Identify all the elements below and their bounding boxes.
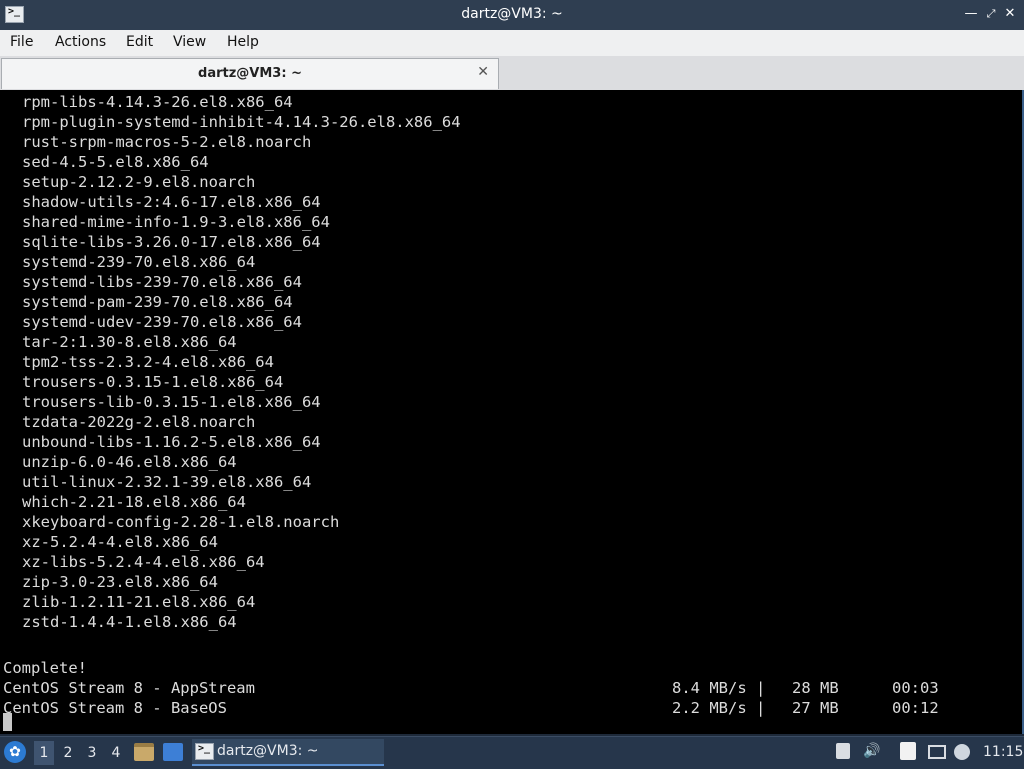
terminal-cursor [3,713,12,731]
terminal-icon: >_ [195,743,214,760]
repo-time: 00:03 [892,679,939,697]
package-line: tzdata-2022g-2.el8.noarch [22,413,256,431]
package-line: setup-2.12.2-9.el8.noarch [22,173,256,191]
repo-line: CentOS Stream 8 - BaseOS 2.2 MB/s | 27 M… [3,698,1003,718]
package-line: trousers-0.3.15-1.el8.x86_64 [22,373,284,391]
menu-file[interactable]: File [10,34,33,50]
network-icon[interactable] [928,745,946,759]
terminal-area[interactable]: Complete! CentOS Stream 8 - AppStream 8.… [0,90,1024,734]
package-line: rust-srpm-macros-5-2.el8.noarch [22,133,312,151]
window-title: dartz@VM3: ~ [461,6,563,22]
repo-size: 28 MB [792,679,839,697]
repo-time: 00:12 [892,699,939,717]
complete-line: Complete! [3,659,87,677]
update-icon[interactable] [954,744,970,760]
tab-bar: dartz@VM3: ~ ✕ [0,56,1024,91]
repo-line: CentOS Stream 8 - AppStream 8.4 MB/s | 2… [3,678,1003,698]
package-line: unbound-libs-1.16.2-5.el8.x86_64 [22,433,321,451]
menu-edit[interactable]: Edit [126,34,153,50]
repo-name: CentOS Stream 8 - AppStream [3,679,255,697]
volume-icon[interactable]: 🔊 [863,743,880,759]
menu-bar: File Actions Edit View Help [0,30,1024,57]
clock[interactable]: 11:15 [983,744,1023,760]
workspace-2[interactable]: 2 [58,741,78,765]
menu-help[interactable]: Help [227,34,259,50]
workspace-4[interactable]: 4 [106,741,126,765]
package-line: zstd-1.4.4-1.el8.x86_64 [22,613,237,631]
workspace-3[interactable]: 3 [82,741,102,765]
package-line: rpm-plugin-systemd-inhibit-4.14.3-26.el8… [22,113,461,131]
package-line: which-2.21-18.el8.x86_64 [22,493,246,511]
repo-speed: 2.2 MB/s | [672,699,766,717]
menu-actions[interactable]: Actions [55,34,106,50]
window-titlebar[interactable]: >_ dartz@VM3: ~ — ⤢ ✕ [0,0,1024,30]
package-line: systemd-libs-239-70.el8.x86_64 [22,273,302,291]
package-line: systemd-pam-239-70.el8.x86_64 [22,293,293,311]
maximize-icon[interactable]: ⤢ [982,5,1000,23]
package-line: systemd-udev-239-70.el8.x86_64 [22,313,302,331]
package-line: unzip-6.0-46.el8.x86_64 [22,453,237,471]
package-line: zip-3.0-23.el8.x86_64 [22,573,218,591]
close-icon[interactable]: ✕ [1001,5,1019,23]
notes-icon[interactable] [900,742,916,760]
workspace-1[interactable]: 1 [34,741,54,765]
package-line: shadow-utils-2:4.6-17.el8.x86_64 [22,193,321,211]
package-line: systemd-239-70.el8.x86_64 [22,253,256,271]
minimize-icon[interactable]: — [962,5,980,23]
repo-speed: 8.4 MB/s | [672,679,766,697]
menu-view[interactable]: View [173,34,206,50]
package-line: rpm-libs-4.14.3-26.el8.x86_64 [22,93,293,111]
package-line: sqlite-libs-3.26.0-17.el8.x86_64 [22,233,321,251]
taskbar: ✿ 1 2 3 4 >_ dartz@VM3: ~ 🔊 11:15 [0,736,1024,769]
tab-label: dartz@VM3: ~ [198,66,302,81]
tab-close-icon[interactable]: ✕ [477,64,489,80]
tab-terminal[interactable]: dartz@VM3: ~ ✕ [1,58,499,89]
package-line: xz-libs-5.2.4-4.el8.x86_64 [22,553,265,571]
package-line: zlib-1.2.11-21.el8.x86_64 [22,593,256,611]
package-line: sed-4.5-5.el8.x86_64 [22,153,209,171]
repo-size: 27 MB [792,699,839,717]
package-line: tpm2-tss-2.3.2-4.el8.x86_64 [22,353,274,371]
package-line: tar-2:1.30-8.el8.x86_64 [22,333,237,351]
clipboard-icon[interactable] [836,743,850,759]
package-line: trousers-lib-0.3.15-1.el8.x86_64 [22,393,321,411]
repo-name: CentOS Stream 8 - BaseOS [3,699,227,717]
package-line: xkeyboard-config-2.28-1.el8.noarch [22,513,340,531]
desktop-icon[interactable] [163,743,183,761]
taskbar-task-terminal[interactable]: >_ dartz@VM3: ~ [192,739,384,766]
package-line: shared-mime-info-1.9-3.el8.x86_64 [22,213,330,231]
package-line: util-linux-2.32.1-39.el8.x86_64 [22,473,312,491]
package-line: xz-5.2.4-4.el8.x86_64 [22,533,218,551]
file-manager-icon[interactable] [134,743,154,761]
task-label: dartz@VM3: ~ [217,743,319,759]
start-menu-icon[interactable]: ✿ [4,741,26,763]
